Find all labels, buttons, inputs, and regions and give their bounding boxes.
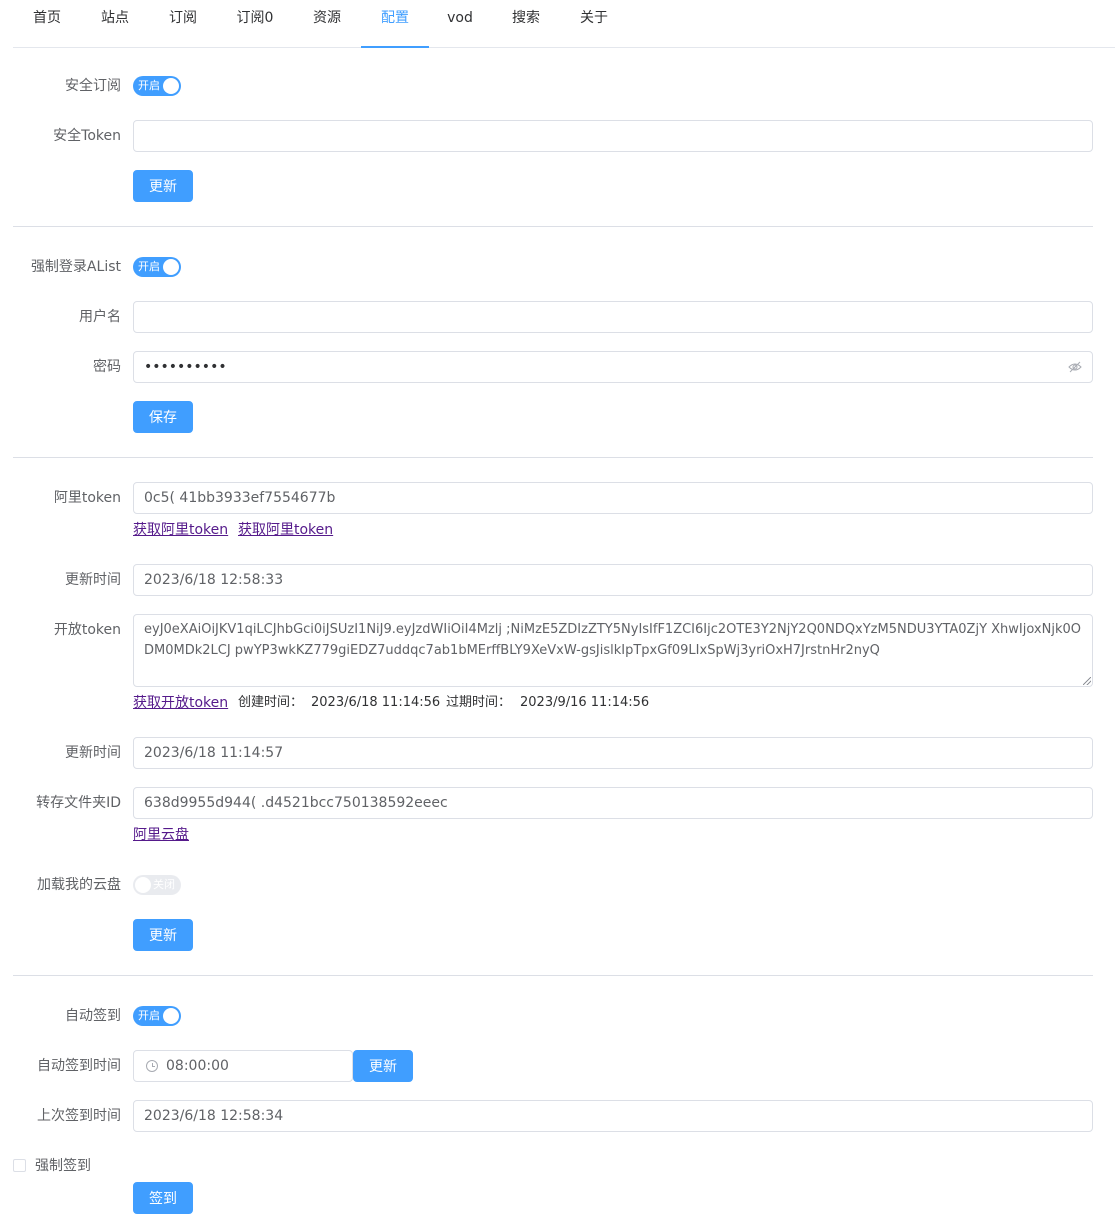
section-divider — [13, 457, 1093, 458]
switch-knob — [135, 877, 151, 893]
get-aliyun-token-link[interactable]: 获取阿里token — [133, 520, 228, 540]
resize-handle-icon[interactable] — [1083, 677, 1091, 685]
checkin-time-value: 08:00:00 — [166, 1058, 229, 1074]
switch-knob — [163, 78, 179, 94]
switch-text: 开启 — [138, 1009, 160, 1022]
open-token-update-time-label: 更新时间 — [65, 745, 121, 761]
force-checkin-checkbox[interactable] — [13, 1159, 26, 1172]
section-divider — [13, 226, 1093, 227]
secure-update-button[interactable]: 更新 — [133, 170, 193, 202]
tab-resources[interactable]: 资源 — [312, 0, 342, 48]
created-time-label: 创建时间： — [238, 695, 304, 710]
tab-search[interactable]: 搜索 — [511, 0, 541, 48]
save-button[interactable]: 保存 — [133, 401, 193, 433]
tab-about[interactable]: 关于 — [579, 0, 609, 48]
tab-subscriptions0[interactable]: 订阅0 — [236, 0, 274, 48]
folder-id-label: 转存文件夹ID — [36, 795, 121, 811]
secure-subscription-switch[interactable]: 开启 — [133, 76, 181, 96]
aliyun-drive-link[interactable]: 阿里云盘 — [133, 825, 189, 845]
token-update-time-label: 更新时间 — [65, 572, 121, 588]
username-label: 用户名 — [79, 309, 121, 325]
aliyun-token-label: 阿里token — [53, 490, 121, 506]
switch-knob — [163, 259, 179, 275]
password-input[interactable]: •••••••••• — [133, 351, 1093, 383]
open-token-label: 开放token — [53, 622, 121, 638]
switch-knob — [163, 1008, 179, 1024]
password-value: •••••••••• — [144, 359, 227, 375]
get-open-token-link[interactable]: 获取开放token — [133, 693, 228, 713]
top-nav: 首页 站点 订阅 订阅0 资源 配置 vod 搜索 关于 — [13, 0, 1115, 48]
last-checkin-label: 上次签到时间 — [37, 1108, 121, 1124]
secure-token-label: 安全Token — [53, 128, 121, 144]
tab-home[interactable]: 首页 — [33, 0, 61, 48]
tab-sites[interactable]: 站点 — [101, 0, 129, 48]
load-my-drive-switch[interactable]: 关闭 — [133, 875, 181, 895]
tab-subscriptions[interactable]: 订阅 — [168, 0, 198, 48]
tab-vod[interactable]: vod — [447, 0, 473, 48]
username-input[interactable] — [133, 301, 1093, 333]
open-token-textarea[interactable]: eyJ0eXAiOiJKV1qiLCJhbGci0iJSUzI1NiJ9.eyJ… — [133, 614, 1093, 687]
secure-subscription-label: 安全订阅 — [65, 78, 121, 94]
checkin-time-picker[interactable]: 08:00:00 — [133, 1050, 353, 1082]
auto-checkin-label: 自动签到 — [65, 1008, 121, 1024]
secure-token-input[interactable] — [133, 120, 1093, 152]
force-alist-login-switch[interactable]: 开启 — [133, 257, 181, 277]
open-token-update-time-input[interactable]: 2023/6/18 11:14:57 — [133, 737, 1093, 769]
open-token-value: eyJ0eXAiOiJKV1qiLCJhbGci0iJSUzI1NiJ9.eyJ… — [144, 622, 1081, 658]
tab-config[interactable]: 配置 — [361, 0, 429, 48]
load-my-drive-label: 加载我的云盘 — [37, 877, 121, 893]
aliyun-update-button[interactable]: 更新 — [133, 919, 193, 951]
last-checkin-input[interactable]: 2023/6/18 12:58:34 — [133, 1100, 1093, 1132]
section-divider — [13, 975, 1093, 976]
checkin-button[interactable]: 签到 — [133, 1182, 193, 1214]
expires-time-label: 过期时间： — [446, 695, 512, 710]
folder-id-input[interactable]: 638d9955d944( .d4521bcc750138592eeec — [133, 787, 1093, 819]
get-aliyun-token-link-2[interactable]: 获取阿里token — [238, 520, 333, 540]
clock-icon — [146, 1060, 158, 1072]
eye-icon[interactable] — [1068, 361, 1082, 373]
password-label: 密码 — [93, 359, 121, 375]
checkin-time-label: 自动签到时间 — [37, 1058, 121, 1074]
switch-text: 开启 — [138, 260, 160, 273]
switch-text: 关闭 — [153, 878, 175, 891]
checkin-time-update-button[interactable]: 更新 — [353, 1050, 413, 1082]
expires-time-value: 2023/9/16 11:14:56 — [520, 695, 650, 710]
created-time-value: 2023/6/18 11:14:56 — [311, 695, 441, 710]
aliyun-token-input[interactable]: 0c5( 41bb3933ef7554677b — [133, 482, 1093, 514]
token-update-time-input[interactable]: 2023/6/18 12:58:33 — [133, 564, 1093, 596]
force-alist-login-label: 强制登录AList — [30, 259, 121, 275]
auto-checkin-switch[interactable]: 开启 — [133, 1006, 181, 1026]
force-checkin-label[interactable]: 强制签到 — [35, 1156, 91, 1176]
switch-text: 开启 — [138, 79, 160, 92]
